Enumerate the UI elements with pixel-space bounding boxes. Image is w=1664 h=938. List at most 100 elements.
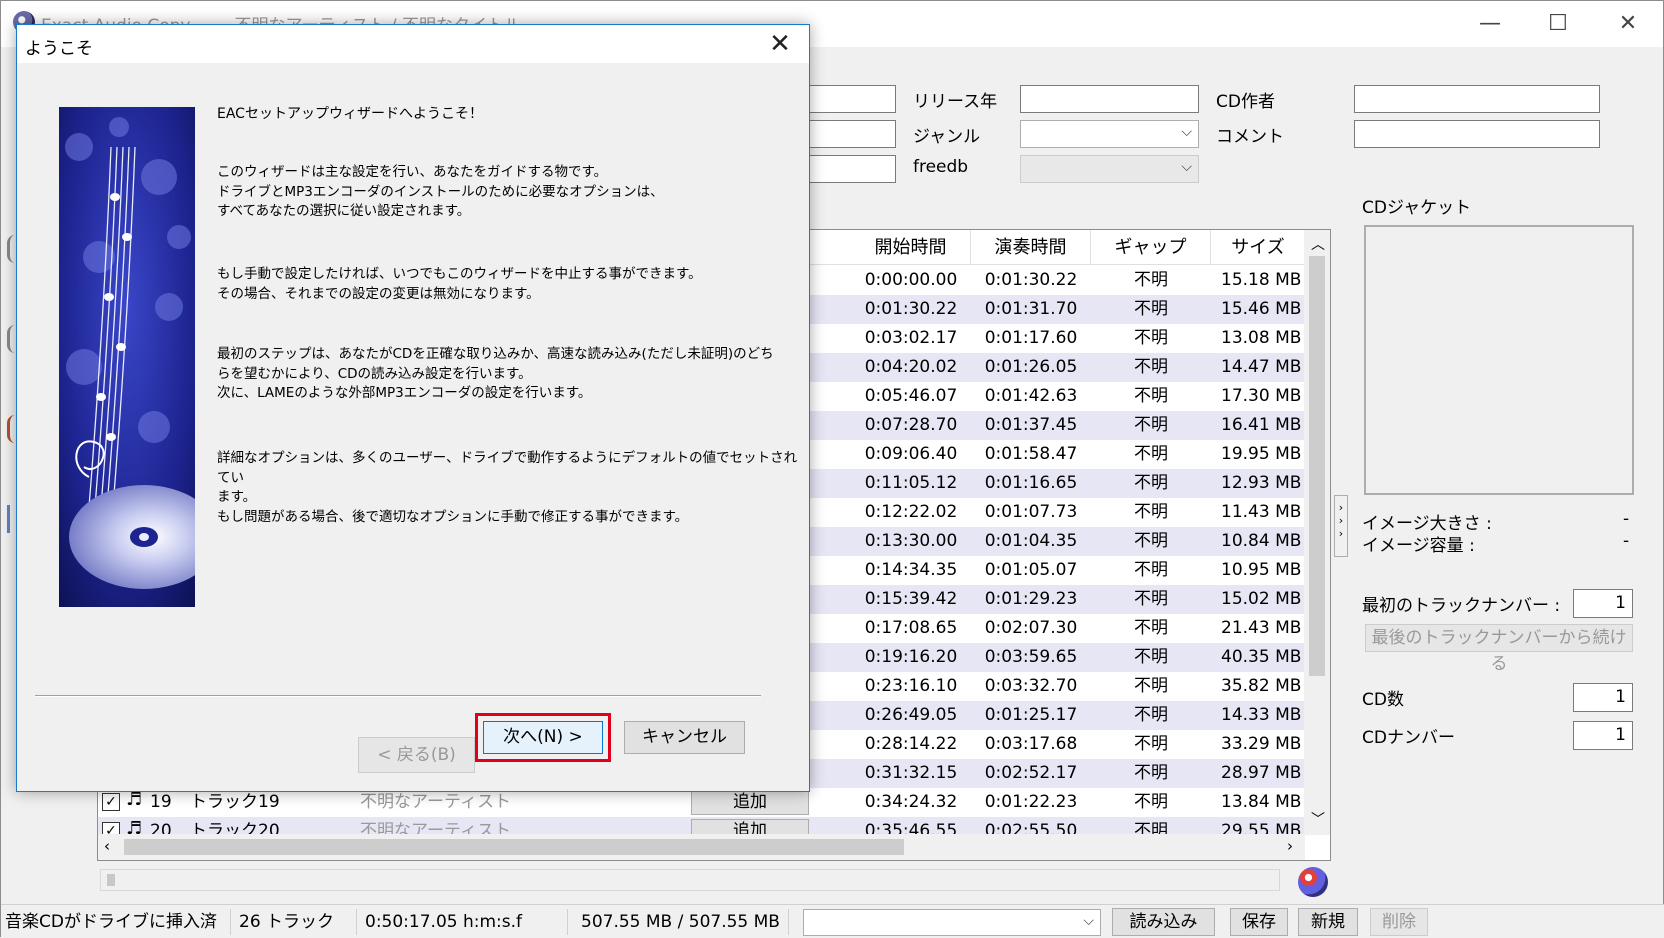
genre-select[interactable]: ⌵: [1020, 120, 1199, 148]
track-start: 0:05:46.07: [864, 386, 958, 406]
dialog-titlebar: ようこそ ✕: [17, 25, 809, 63]
track-start: 0:28:14.22: [864, 734, 958, 754]
track-length: 0:02:07.30: [984, 618, 1078, 638]
track-size: 28.97 MB: [1221, 763, 1302, 783]
track-size: 15.46 MB: [1221, 299, 1302, 319]
welcome-dialog: ようこそ ✕ EACセットアップウィザードへようこそ！ このウィザードは主な設定…: [16, 24, 810, 792]
track-gap: 不明: [1134, 415, 1168, 435]
col-length-header[interactable]: 演奏時間: [971, 230, 1091, 265]
table-row[interactable]: ✓ ♬ 19 トラック19 不明なアーティスト 追加 0:34:24.32 0:01:22.2…: [98, 788, 1305, 817]
save-button[interactable]: 保存: [1230, 908, 1288, 936]
track-gap: 不明: [1134, 763, 1168, 783]
progress-slider[interactable]: [107, 874, 115, 886]
vertical-scrollbar[interactable]: ︿ ﹀: [1304, 230, 1330, 835]
track-length: 0:01:22.23: [984, 792, 1078, 812]
track-length: 0:03:32.70: [984, 676, 1078, 696]
dialog-title: ようこそ: [25, 39, 93, 59]
track-artist[interactable]: 不明なアーティスト: [360, 788, 511, 817]
read-button[interactable]: 読み込み: [1112, 908, 1215, 936]
profile-select[interactable]: ⌵: [803, 909, 1101, 936]
track-length: 0:01:37.45: [984, 415, 1078, 435]
track-checkbox[interactable]: ✓: [102, 793, 120, 811]
col-gap-header[interactable]: ギャップ: [1091, 230, 1211, 265]
track-size: 35.82 MB: [1221, 676, 1302, 696]
cd-author-field[interactable]: [1354, 85, 1600, 113]
minimize-button[interactable]: —: [1467, 9, 1513, 39]
wizard-paragraph-1: このウィザードは主な設定を行い、あなたをガイドする物です。 ドライブとMP3エン…: [217, 164, 664, 219]
close-button[interactable]: ✕: [1605, 9, 1651, 39]
total-size: 507.55 MB / 507.55 MB: [581, 909, 789, 935]
cd-author-label: CD作者: [1216, 92, 1275, 112]
cancel-button[interactable]: キャンセル: [624, 721, 745, 754]
track-start: 0:07:28.70: [864, 415, 958, 435]
track-size: 13.84 MB: [1221, 792, 1302, 812]
track-start: 0:00:00.00: [864, 270, 958, 290]
track-start: 0:04:20.02: [864, 357, 958, 377]
back-button[interactable]: < 戻る(B): [358, 737, 475, 773]
new-button[interactable]: 新規: [1298, 908, 1358, 936]
scroll-right-icon[interactable]: ›: [1287, 837, 1293, 855]
track-size: 11.43 MB: [1221, 502, 1302, 522]
release-year-field[interactable]: [1020, 85, 1199, 113]
horizontal-scrollbar[interactable]: ‹ ›: [98, 834, 1305, 860]
track-gap: 不明: [1134, 473, 1168, 493]
scroll-thumb[interactable]: [1309, 256, 1325, 676]
chevron-down-icon: ⌵: [1083, 913, 1094, 929]
track-start: 0:13:30.00: [864, 531, 958, 551]
dialog-divider: [35, 695, 761, 697]
track-length: 0:03:17.68: [984, 734, 1078, 754]
track-length: 0:01:25.17: [984, 705, 1078, 725]
track-gap: 不明: [1134, 676, 1168, 696]
track-start: 0:14:34.35: [864, 560, 958, 580]
first-track-field[interactable]: 1: [1573, 589, 1633, 618]
cd-count-label: CD数: [1362, 690, 1404, 710]
image-size-value: -: [1623, 509, 1630, 529]
track-length: 0:01:07.73: [984, 502, 1078, 522]
comment-field[interactable]: [1354, 120, 1600, 148]
track-start: 0:26:49.05: [864, 705, 958, 725]
hscroll-thumb[interactable]: [124, 839, 904, 855]
track-length: 0:01:17.60: [984, 328, 1078, 348]
cd-count-field[interactable]: 1: [1573, 683, 1633, 712]
track-gap: 不明: [1134, 299, 1168, 319]
track-length: 0:02:52.17: [984, 763, 1078, 783]
track-length: 0:01:16.65: [984, 473, 1078, 493]
next-button[interactable]: 次へ(N) >: [483, 721, 603, 754]
close-icon[interactable]: ✕: [765, 29, 795, 59]
scroll-up-icon[interactable]: ︿: [1311, 234, 1325, 254]
wizard-paragraph-2: もし手動で設定したければ、いつでもこのウィザードを中止する事ができます。 その場…: [217, 266, 702, 302]
release-year-label: リリース年: [913, 92, 998, 112]
comment-label: コメント: [1216, 127, 1284, 147]
track-gap: 不明: [1134, 734, 1168, 754]
scroll-left-icon[interactable]: ‹: [104, 837, 110, 855]
add-button[interactable]: 追加: [691, 790, 809, 815]
total-duration: 0:50:17.05 h:m:s.f: [365, 909, 568, 935]
continue-numbering-button[interactable]: 最後のトラックナンバーから続ける: [1365, 624, 1633, 674]
wizard-paragraph-4: 詳細なオプションは、多くのユーザー、ドライブで動作するようにデフォルトの値でセッ…: [217, 450, 798, 525]
track-start: 0:01:30.22: [864, 299, 958, 319]
track-gap: 不明: [1134, 589, 1168, 609]
status-text: 音楽CDがドライブに挿入済: [5, 909, 231, 935]
col-size-header[interactable]: サイズ: [1211, 230, 1305, 265]
delete-button[interactable]: 削除: [1370, 908, 1428, 936]
track-size: 14.33 MB: [1221, 705, 1302, 725]
track-gap: 不明: [1134, 560, 1168, 580]
col-start-header[interactable]: 開始時間: [851, 230, 971, 265]
track-size: 15.02 MB: [1221, 589, 1302, 609]
track-gap: 不明: [1134, 705, 1168, 725]
track-gap: 不明: [1134, 357, 1168, 377]
track-size: 40.35 MB: [1221, 647, 1302, 667]
scroll-down-icon[interactable]: ﹀: [1311, 809, 1325, 829]
expand-panel-button[interactable]: › › ›: [1334, 495, 1348, 557]
cd-disc-icon[interactable]: [1298, 867, 1328, 897]
track-gap: 不明: [1134, 531, 1168, 551]
track-size: 33.29 MB: [1221, 734, 1302, 754]
track-title[interactable]: トラック19: [190, 788, 280, 817]
maximize-button[interactable]: ☐: [1535, 9, 1581, 39]
cd-number-label: CDナンバー: [1362, 728, 1455, 748]
cd-jacket-image[interactable]: [1364, 225, 1634, 495]
genre-label: ジャンル: [913, 127, 981, 147]
chevron-down-icon: ⌵: [1181, 124, 1192, 140]
freedb-select[interactable]: ⌵: [1020, 155, 1199, 183]
cd-number-field[interactable]: 1: [1573, 721, 1633, 750]
